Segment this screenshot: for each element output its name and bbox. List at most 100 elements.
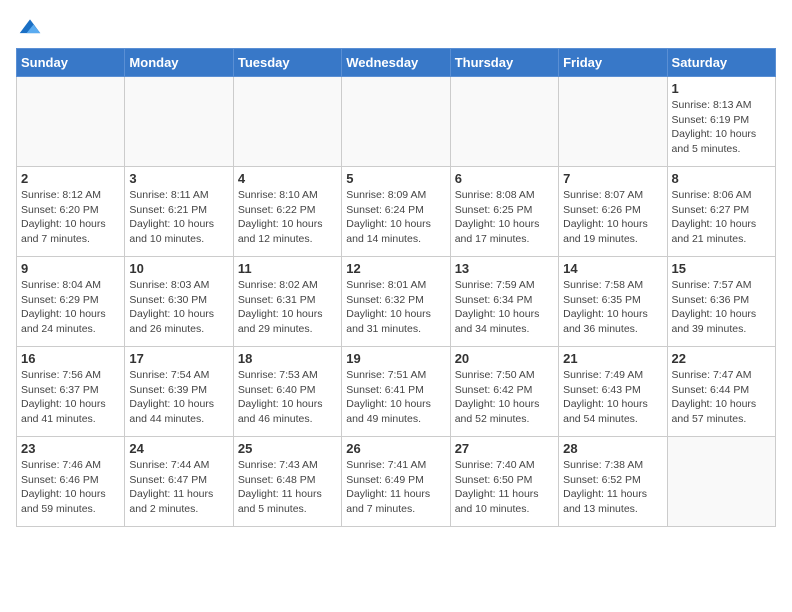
calendar-cell: 6 Sunrise: 8:08 AM Sunset: 6:25 PM Daylig… (450, 167, 558, 257)
day-number: 16 (21, 351, 120, 366)
day-number: 6 (455, 171, 554, 186)
calendar-cell: 8 Sunrise: 8:06 AM Sunset: 6:27 PM Daylig… (667, 167, 775, 257)
calendar-cell (233, 77, 341, 167)
calendar-cell: 19Sunrise: 7:51 AM Sunset: 6:41 PM Dayli… (342, 347, 450, 437)
calendar-cell: 23 Sunrise: 7:46 AM Sunset: 6:46 PM Dayli… (17, 437, 125, 527)
calendar-cell (342, 77, 450, 167)
day-info: Sunrise: 7:49 AM Sunset: 6:43 PM Dayligh… (563, 368, 662, 427)
calendar-cell: 5 Sunrise: 8:09 AM Sunset: 6:24 PM Daylig… (342, 167, 450, 257)
day-number: 18 (238, 351, 337, 366)
calendar-header-row: SundayMondayTuesdayWednesdayThursdayFrid… (17, 49, 776, 77)
day-number: 19 (346, 351, 445, 366)
day-info: Sunrise: 8:08 AM Sunset: 6:25 PM Dayligh… (455, 188, 554, 247)
day-number: 25 (238, 441, 337, 456)
calendar-cell: 4 Sunrise: 8:10 AM Sunset: 6:22 PM Daylig… (233, 167, 341, 257)
day-info: Sunrise: 7:53 AM Sunset: 6:40 PM Dayligh… (238, 368, 337, 427)
calendar-cell (125, 77, 233, 167)
calendar-cell: 16 Sunrise: 7:56 AM Sunset: 6:37 PM Dayli… (17, 347, 125, 437)
calendar-cell (450, 77, 558, 167)
day-number: 11 (238, 261, 337, 276)
day-info: Sunrise: 7:40 AM Sunset: 6:50 PM Dayligh… (455, 458, 554, 517)
calendar-cell: 22 Sunrise: 7:47 AM Sunset: 6:44 PM Dayli… (667, 347, 775, 437)
day-number: 5 (346, 171, 445, 186)
column-header-saturday: Saturday (667, 49, 775, 77)
day-info: Sunrise: 7:56 AM Sunset: 6:37 PM Dayligh… (21, 368, 120, 427)
day-info: Sunrise: 8:13 AM Sunset: 6:19 PM Dayligh… (672, 98, 771, 157)
column-header-monday: Monday (125, 49, 233, 77)
calendar-week-3: 9 Sunrise: 8:04 AM Sunset: 6:29 PM Daylig… (17, 257, 776, 347)
day-number: 24 (129, 441, 228, 456)
column-header-wednesday: Wednesday (342, 49, 450, 77)
day-number: 22 (672, 351, 771, 366)
calendar-cell: 15 Sunrise: 7:57 AM Sunset: 6:36 PM Dayli… (667, 257, 775, 347)
day-info: Sunrise: 7:50 AM Sunset: 6:42 PM Dayligh… (455, 368, 554, 427)
calendar-cell: 18 Sunrise: 7:53 AM Sunset: 6:40 PM Dayli… (233, 347, 341, 437)
calendar-week-5: 23 Sunrise: 7:46 AM Sunset: 6:46 PM Dayli… (17, 437, 776, 527)
calendar-week-2: 2Sunrise: 8:12 AM Sunset: 6:20 PM Daylig… (17, 167, 776, 257)
calendar-cell: 27 Sunrise: 7:40 AM Sunset: 6:50 PM Dayli… (450, 437, 558, 527)
calendar-cell: 3 Sunrise: 8:11 AM Sunset: 6:21 PM Daylig… (125, 167, 233, 257)
day-info: Sunrise: 8:02 AM Sunset: 6:31 PM Dayligh… (238, 278, 337, 337)
calendar-cell: 21 Sunrise: 7:49 AM Sunset: 6:43 PM Dayli… (559, 347, 667, 437)
calendar-cell: 10 Sunrise: 8:03 AM Sunset: 6:30 PM Dayli… (125, 257, 233, 347)
column-header-sunday: Sunday (17, 49, 125, 77)
calendar-week-4: 16 Sunrise: 7:56 AM Sunset: 6:37 PM Dayli… (17, 347, 776, 437)
day-info: Sunrise: 8:03 AM Sunset: 6:30 PM Dayligh… (129, 278, 228, 337)
day-info: Sunrise: 7:59 AM Sunset: 6:34 PM Dayligh… (455, 278, 554, 337)
calendar-cell: 20 Sunrise: 7:50 AM Sunset: 6:42 PM Dayli… (450, 347, 558, 437)
day-info: Sunrise: 7:47 AM Sunset: 6:44 PM Dayligh… (672, 368, 771, 427)
day-info: Sunrise: 8:10 AM Sunset: 6:22 PM Dayligh… (238, 188, 337, 247)
day-number: 17 (129, 351, 228, 366)
column-header-tuesday: Tuesday (233, 49, 341, 77)
day-info: Sunrise: 8:06 AM Sunset: 6:27 PM Dayligh… (672, 188, 771, 247)
day-info: Sunrise: 7:46 AM Sunset: 6:46 PM Dayligh… (21, 458, 120, 517)
calendar-cell (667, 437, 775, 527)
calendar-cell: 1 Sunrise: 8:13 AM Sunset: 6:19 PM Daylig… (667, 77, 775, 167)
calendar-cell: 9 Sunrise: 8:04 AM Sunset: 6:29 PM Daylig… (17, 257, 125, 347)
column-header-thursday: Thursday (450, 49, 558, 77)
calendar-cell (17, 77, 125, 167)
day-info: Sunrise: 8:12 AM Sunset: 6:20 PM Dayligh… (21, 188, 120, 247)
logo (16, 16, 42, 40)
calendar-cell: 7 Sunrise: 8:07 AM Sunset: 6:26 PM Daylig… (559, 167, 667, 257)
calendar-week-1: 1 Sunrise: 8:13 AM Sunset: 6:19 PM Daylig… (17, 77, 776, 167)
day-number: 27 (455, 441, 554, 456)
day-number: 15 (672, 261, 771, 276)
calendar-cell (559, 77, 667, 167)
day-number: 23 (21, 441, 120, 456)
calendar-table: SundayMondayTuesdayWednesdayThursdayFrid… (16, 48, 776, 527)
day-info: Sunrise: 7:57 AM Sunset: 6:36 PM Dayligh… (672, 278, 771, 337)
day-info: Sunrise: 7:58 AM Sunset: 6:35 PM Dayligh… (563, 278, 662, 337)
day-number: 9 (21, 261, 120, 276)
calendar-cell: 28 Sunrise: 7:38 AM Sunset: 6:52 PM Dayli… (559, 437, 667, 527)
day-info: Sunrise: 8:11 AM Sunset: 6:21 PM Dayligh… (129, 188, 228, 247)
calendar-cell: 24 Sunrise: 7:44 AM Sunset: 6:47 PM Dayli… (125, 437, 233, 527)
calendar-cell: 11 Sunrise: 8:02 AM Sunset: 6:31 PM Dayli… (233, 257, 341, 347)
day-number: 13 (455, 261, 554, 276)
day-number: 4 (238, 171, 337, 186)
day-info: Sunrise: 7:43 AM Sunset: 6:48 PM Dayligh… (238, 458, 337, 517)
logo-icon (18, 16, 42, 40)
day-info: Sunrise: 8:09 AM Sunset: 6:24 PM Dayligh… (346, 188, 445, 247)
day-info: Sunrise: 8:04 AM Sunset: 6:29 PM Dayligh… (21, 278, 120, 337)
day-number: 21 (563, 351, 662, 366)
calendar-cell: 12Sunrise: 8:01 AM Sunset: 6:32 PM Dayli… (342, 257, 450, 347)
day-number: 20 (455, 351, 554, 366)
day-info: Sunrise: 7:38 AM Sunset: 6:52 PM Dayligh… (563, 458, 662, 517)
page-header (16, 16, 776, 40)
calendar-cell: 2Sunrise: 8:12 AM Sunset: 6:20 PM Daylig… (17, 167, 125, 257)
day-number: 26 (346, 441, 445, 456)
day-info: Sunrise: 7:44 AM Sunset: 6:47 PM Dayligh… (129, 458, 228, 517)
day-info: Sunrise: 7:54 AM Sunset: 6:39 PM Dayligh… (129, 368, 228, 427)
day-number: 10 (129, 261, 228, 276)
calendar-cell: 13 Sunrise: 7:59 AM Sunset: 6:34 PM Dayli… (450, 257, 558, 347)
day-info: Sunrise: 8:07 AM Sunset: 6:26 PM Dayligh… (563, 188, 662, 247)
day-number: 14 (563, 261, 662, 276)
day-number: 28 (563, 441, 662, 456)
day-number: 8 (672, 171, 771, 186)
day-number: 1 (672, 81, 771, 96)
day-number: 7 (563, 171, 662, 186)
day-number: 3 (129, 171, 228, 186)
calendar-cell: 26Sunrise: 7:41 AM Sunset: 6:49 PM Dayli… (342, 437, 450, 527)
day-info: Sunrise: 8:01 AM Sunset: 6:32 PM Dayligh… (346, 278, 445, 337)
